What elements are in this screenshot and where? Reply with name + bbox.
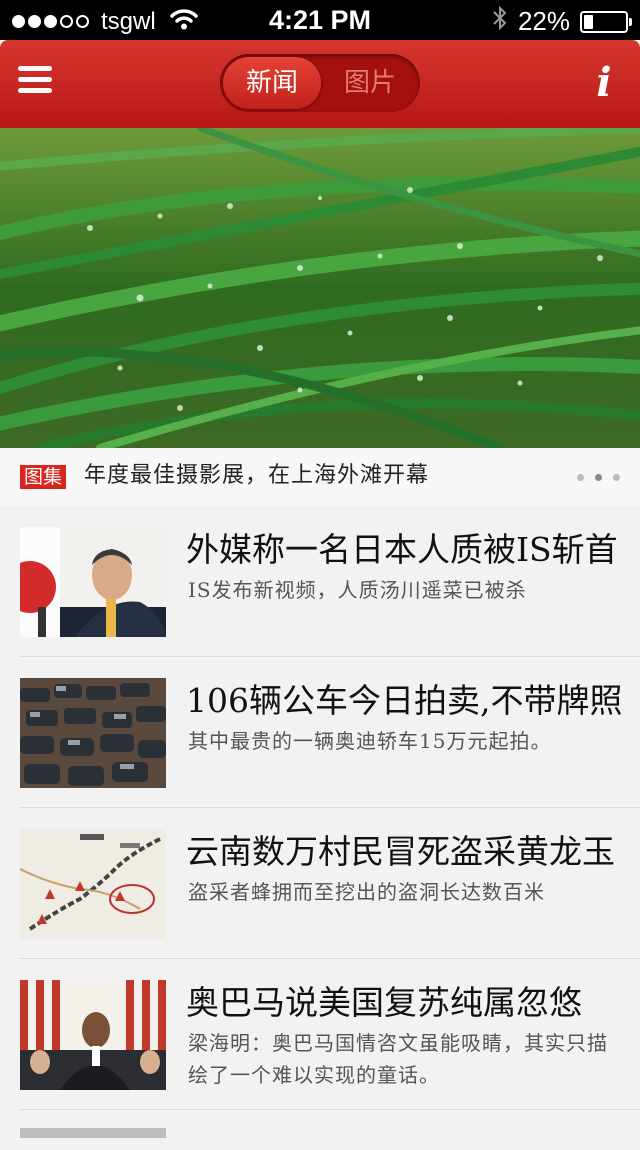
hero-caption[interactable]: 图集 年度最佳摄影展，在上海外滩开幕 — [0, 448, 640, 506]
news-title: 外媒称一名日本人质被IS斩首 — [186, 530, 618, 569]
news-summary: 梁海明：奥巴马国情咨文虽能吸睛，其实只描绘了一个难以实现的童话。 — [188, 1031, 608, 1087]
hero-image[interactable] — [0, 128, 640, 448]
news-thumbnail — [20, 829, 166, 939]
section-switcher: 新闻 图片 — [220, 54, 420, 112]
news-item[interactable]: 云南数万村民冒死盗采黄龙玉 盗采者蜂拥而至挖出的盗洞长达数百米 — [20, 808, 640, 959]
nav-bar: 新闻 图片 i — [0, 40, 640, 128]
bluetooth-icon — [492, 5, 508, 38]
pager-dot — [613, 474, 620, 481]
pager-dot — [577, 474, 584, 481]
battery-percent: 22% — [517, 6, 570, 36]
news-item[interactable]: 106辆公车今日拍卖,不带牌照 其中最贵的一辆奥迪轿车15万元起拍。 — [20, 657, 640, 808]
news-thumbnail — [20, 527, 166, 637]
news-summary: 盗采者蜂拥而至挖出的盗洞长达数百米 — [188, 880, 545, 904]
news-item[interactable]: 奥巴马说美国复苏纯属忽悠 梁海明：奥巴马国情咨文虽能吸睛，其实只描绘了一个难以实… — [20, 959, 640, 1110]
news-list: 外媒称一名日本人质被IS斩首 IS发布新视频，人质汤川遥菜已被杀 106辆公车今… — [0, 506, 640, 1150]
news-item[interactable]: 外媒称一名日本人质被IS斩首 IS发布新视频，人质汤川遥菜已被杀 — [20, 506, 640, 657]
battery-icon — [580, 10, 632, 33]
news-thumbnail — [20, 1128, 166, 1138]
gallery-tag: 图集 — [20, 465, 67, 489]
news-item-partial[interactable] — [20, 1110, 640, 1150]
news-title: 奥巴马说美国复苏纯属忽悠 — [186, 983, 582, 1022]
carousel-pager — [577, 474, 620, 481]
news-thumbnail — [20, 980, 166, 1090]
info-icon[interactable]: i — [586, 58, 622, 108]
status-bar: tsgwl 4:21 PM 22% — [0, 0, 640, 40]
tab-news[interactable]: 新闻 — [223, 57, 321, 109]
hamburger-menu-icon[interactable] — [18, 66, 52, 100]
news-title: 云南数万村民冒死盗采黄龙玉 — [186, 832, 615, 871]
news-summary: 其中最贵的一辆奥迪轿车15万元起拍。 — [188, 729, 552, 753]
pager-dot-active — [595, 474, 602, 481]
hero-title: 年度最佳摄影展，在上海外滩开幕 — [84, 463, 430, 488]
news-summary: IS发布新视频，人质汤川遥菜已被杀 — [188, 578, 527, 602]
tab-pictures[interactable]: 图片 — [320, 57, 420, 109]
news-thumbnail — [20, 678, 166, 788]
news-title: 106辆公车今日拍卖,不带牌照 — [186, 681, 623, 720]
